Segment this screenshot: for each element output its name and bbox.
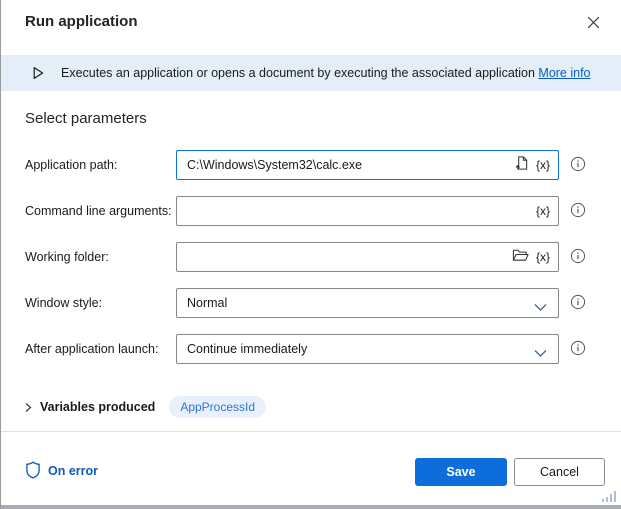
banner-text: Executes an application or opens a docum… [61, 66, 591, 80]
field-row-after-application-launch: After application launch: Continue immed… [1, 334, 621, 364]
variables-produced-section: Variables produced AppProcessId [23, 395, 267, 419]
action-description-banner: Executes an application or opens a docum… [1, 55, 621, 91]
working-folder-field: {x} [176, 242, 559, 272]
info-icon [570, 294, 586, 313]
close-button[interactable] [581, 12, 605, 36]
shield-icon [25, 460, 41, 482]
info-icon [570, 202, 586, 221]
after-application-launch-dropdown[interactable]: Continue immediately [176, 334, 559, 364]
folder-picker-icon[interactable] [512, 248, 529, 267]
info-icon [570, 340, 586, 359]
variable-selector-icon[interactable]: {x} [536, 250, 550, 264]
save-button[interactable]: Save [415, 458, 507, 486]
section-title: Select parameters [25, 110, 147, 127]
window-style-info-button[interactable] [570, 294, 586, 313]
footer-divider [1, 431, 621, 432]
dialog-title: Run application [25, 13, 138, 30]
resize-grip[interactable] [602, 491, 616, 502]
after-application-launch-value: Continue immediately [187, 342, 308, 356]
field-row-window-style: Window style: Normal [1, 288, 621, 318]
on-error-button[interactable]: On error [25, 460, 98, 482]
working-folder-info-button[interactable] [570, 248, 586, 267]
window-style-value: Normal [187, 296, 228, 310]
application-path-info-button[interactable] [570, 156, 586, 175]
command-line-arguments-field: {x} [176, 196, 559, 226]
window-style-label: Window style: [25, 296, 103, 310]
application-path-label: Application path: [25, 158, 118, 172]
file-picker-icon[interactable] [514, 155, 529, 176]
variable-selector-icon[interactable]: {x} [536, 158, 550, 172]
field-row-working-folder: Working folder: {x} [1, 242, 621, 272]
field-row-application-path: Application path: {x} [1, 150, 621, 180]
application-path-field: {x} [176, 150, 559, 180]
more-info-link[interactable]: More info [538, 66, 590, 80]
chevron-right-icon[interactable] [23, 402, 33, 413]
command-line-arguments-label: Command line arguments: [25, 204, 172, 218]
application-path-input[interactable] [177, 151, 558, 179]
field-row-command-line-arguments: Command line arguments: {x} [1, 196, 621, 226]
chevron-down-icon [534, 299, 547, 317]
on-error-label: On error [48, 464, 99, 478]
play-icon [31, 66, 45, 80]
command-line-arguments-info-button[interactable] [570, 202, 586, 221]
info-icon [570, 248, 586, 267]
run-application-dialog: Run application Executes an application … [0, 0, 621, 509]
chevron-down-icon [534, 345, 547, 363]
cancel-button[interactable]: Cancel [514, 458, 605, 486]
window-bottom-edge [1, 505, 621, 509]
after-application-launch-info-button[interactable] [570, 340, 586, 359]
variable-selector-icon[interactable]: {x} [536, 204, 550, 218]
window-style-dropdown[interactable]: Normal [176, 288, 559, 318]
after-application-launch-label: After application launch: [25, 342, 159, 356]
info-icon [570, 156, 586, 175]
variable-pill[interactable]: AppProcessId [169, 396, 267, 418]
command-line-arguments-input[interactable] [177, 197, 558, 225]
close-icon [587, 16, 600, 32]
working-folder-label: Working folder: [25, 250, 109, 264]
variables-produced-label[interactable]: Variables produced [40, 400, 155, 414]
working-folder-input[interactable] [177, 243, 558, 271]
